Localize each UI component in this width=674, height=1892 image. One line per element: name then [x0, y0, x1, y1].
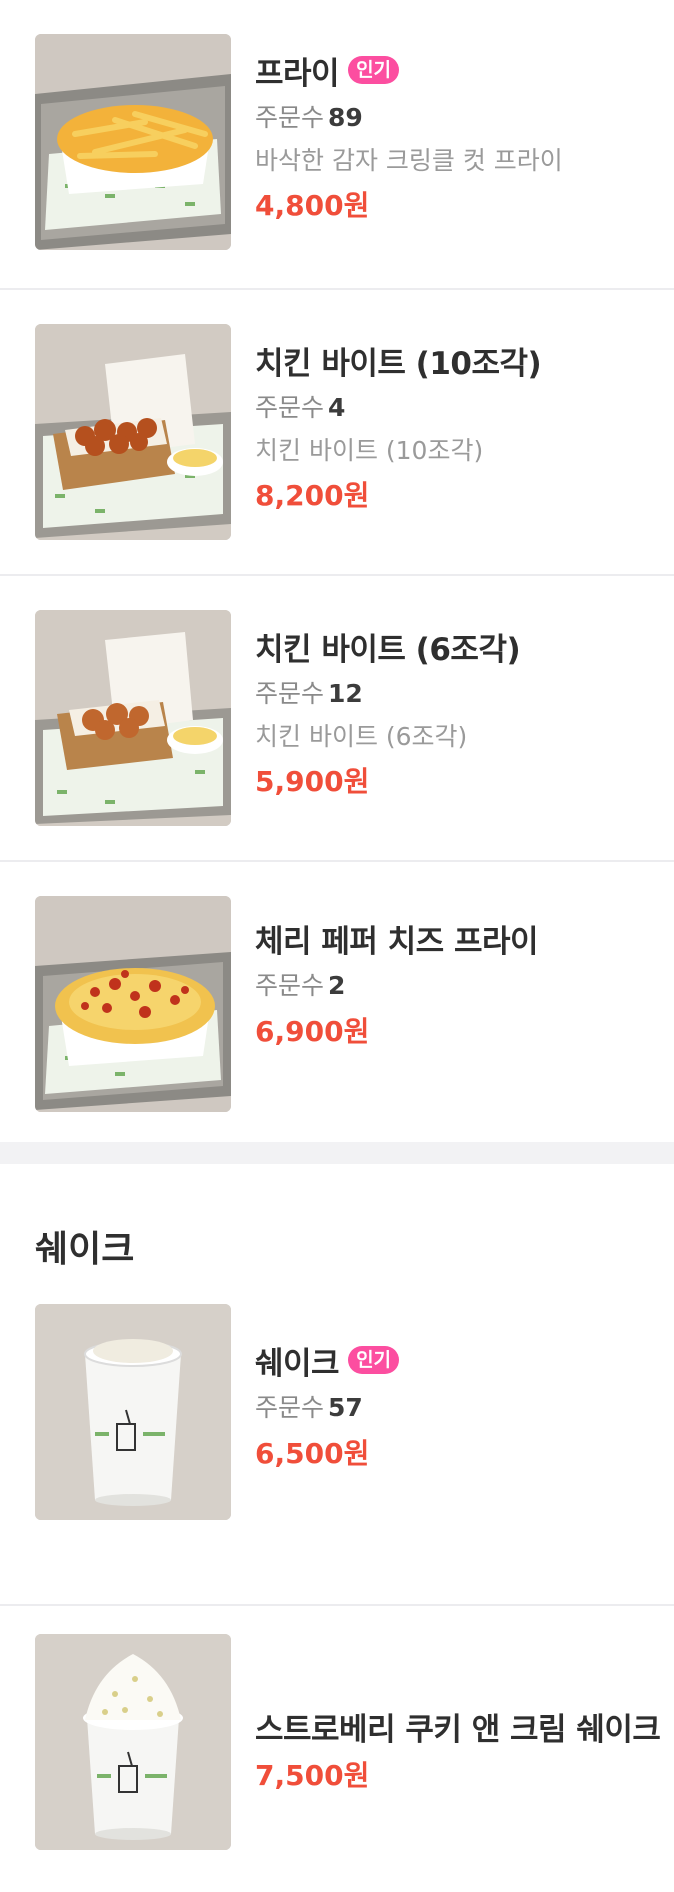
order-count: 주문수 89 [255, 103, 363, 132]
item-description: 바삭한 감자 크링클 컷 프라이 [255, 146, 563, 175]
menu-item[interactable]: 치킨 바이트 (10조각) 주문수 4 치킨 바이트 (10조각) 8,200원 [0, 290, 674, 576]
item-description: 치킨 바이트 (6조각) [255, 722, 468, 751]
popular-badge: 인기 [348, 56, 400, 84]
fries-photo [35, 34, 231, 250]
item-name: 치킨 바이트 (6조각) [255, 631, 521, 668]
order-count: 주문수 4 [255, 393, 346, 422]
menu-item[interactable]: 치킨 바이트 (6조각) 주문수 12 치킨 바이트 (6조각) 5,900원 [0, 576, 674, 862]
item-name: 쉐이크 [255, 1345, 340, 1382]
item-price: 6,500원 [255, 1437, 370, 1470]
chicken-bites-photo [35, 610, 231, 826]
item-price: 8,200원 [255, 479, 370, 512]
section-header: 쉐이크 [0, 1164, 674, 1316]
menu-list-shake: 쉐이크 쉐이크 인기 주문수 57 6,500원 스트로베리 쿠키 앤 크림 쉐… [0, 1164, 674, 1892]
chicken-bites-photo [35, 324, 231, 540]
cheese-fries-photo [35, 896, 231, 1112]
section-divider [0, 1142, 674, 1164]
item-price: 7,500원 [255, 1759, 370, 1792]
popular-badge: 인기 [348, 1346, 400, 1374]
menu-item[interactable]: 스트로베리 쿠키 앤 크림 쉐이크 7,500원 [0, 1606, 674, 1892]
item-description: 치킨 바이트 (10조각) [255, 436, 484, 465]
menu-list-fries: 프라이 인기 주문수 89 바삭한 감자 크링클 컷 프라이 4,800원 치킨… [0, 0, 674, 1142]
order-count: 주문수 57 [255, 1393, 363, 1422]
item-price: 5,900원 [255, 765, 370, 798]
item-name: 프라이 [255, 55, 340, 92]
item-price: 6,900원 [255, 1015, 370, 1048]
strawberry-shake-photo [35, 1634, 231, 1850]
item-price: 4,800원 [255, 189, 370, 222]
item-name: 체리 페퍼 치즈 프라이 [255, 923, 539, 960]
order-count: 주문수 2 [255, 971, 346, 1000]
menu-item[interactable]: 체리 페퍼 치즈 프라이 주문수 2 6,900원 [0, 862, 674, 1142]
order-count: 주문수 12 [255, 679, 363, 708]
item-name: 스트로베리 쿠키 앤 크림 쉐이크 [255, 1711, 661, 1748]
item-name: 치킨 바이트 (10조각) [255, 345, 542, 382]
menu-item[interactable]: 쉐이크 인기 주문수 57 6,500원 [0, 1304, 674, 1606]
section-title: 쉐이크 [35, 1229, 135, 1270]
shake-photo [35, 1304, 231, 1520]
menu-item[interactable]: 프라이 인기 주문수 89 바삭한 감자 크링클 컷 프라이 4,800원 [0, 0, 674, 290]
